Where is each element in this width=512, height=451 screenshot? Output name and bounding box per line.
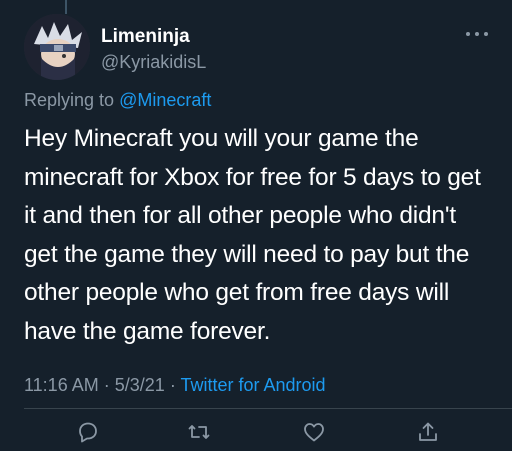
reply-button[interactable]: [74, 418, 102, 446]
meta-separator: ·: [103, 375, 110, 395]
avatar[interactable]: [24, 14, 90, 80]
more-options-icon[interactable]: [466, 29, 492, 39]
more-dot: [484, 32, 488, 36]
tweet-time[interactable]: 11:16 AM: [24, 375, 99, 395]
more-dot: [466, 32, 470, 36]
retweet-icon: [188, 425, 210, 439]
reply-icon: [79, 422, 97, 443]
share-button[interactable]: [414, 418, 442, 446]
actions-divider: [24, 408, 512, 409]
share-icon: [419, 422, 437, 441]
meta-separator: ·: [169, 375, 176, 395]
tweet-date[interactable]: 5/3/21: [115, 375, 165, 395]
author-name[interactable]: Limeninja: [101, 26, 190, 48]
reply-mention-link[interactable]: @Minecraft: [119, 90, 211, 110]
avatar-image: [24, 14, 90, 80]
reply-prefix: Replying to: [24, 90, 115, 110]
thread-connector-line: [65, 0, 67, 14]
retweet-button[interactable]: [185, 418, 213, 446]
heart-icon: [304, 423, 324, 442]
tweet-meta: 11:16 AM · 5/3/21 · Twitter for Android: [24, 375, 326, 396]
author-handle[interactable]: @KyriakidisL: [101, 52, 206, 73]
tweet-source-link[interactable]: Twitter for Android: [181, 375, 326, 395]
more-dot: [475, 32, 479, 36]
tweet-text: Hey Minecraft you will your game the min…: [24, 125, 481, 345]
like-button[interactable]: [300, 418, 328, 446]
reply-context: Replying to @Minecraft: [24, 90, 211, 111]
